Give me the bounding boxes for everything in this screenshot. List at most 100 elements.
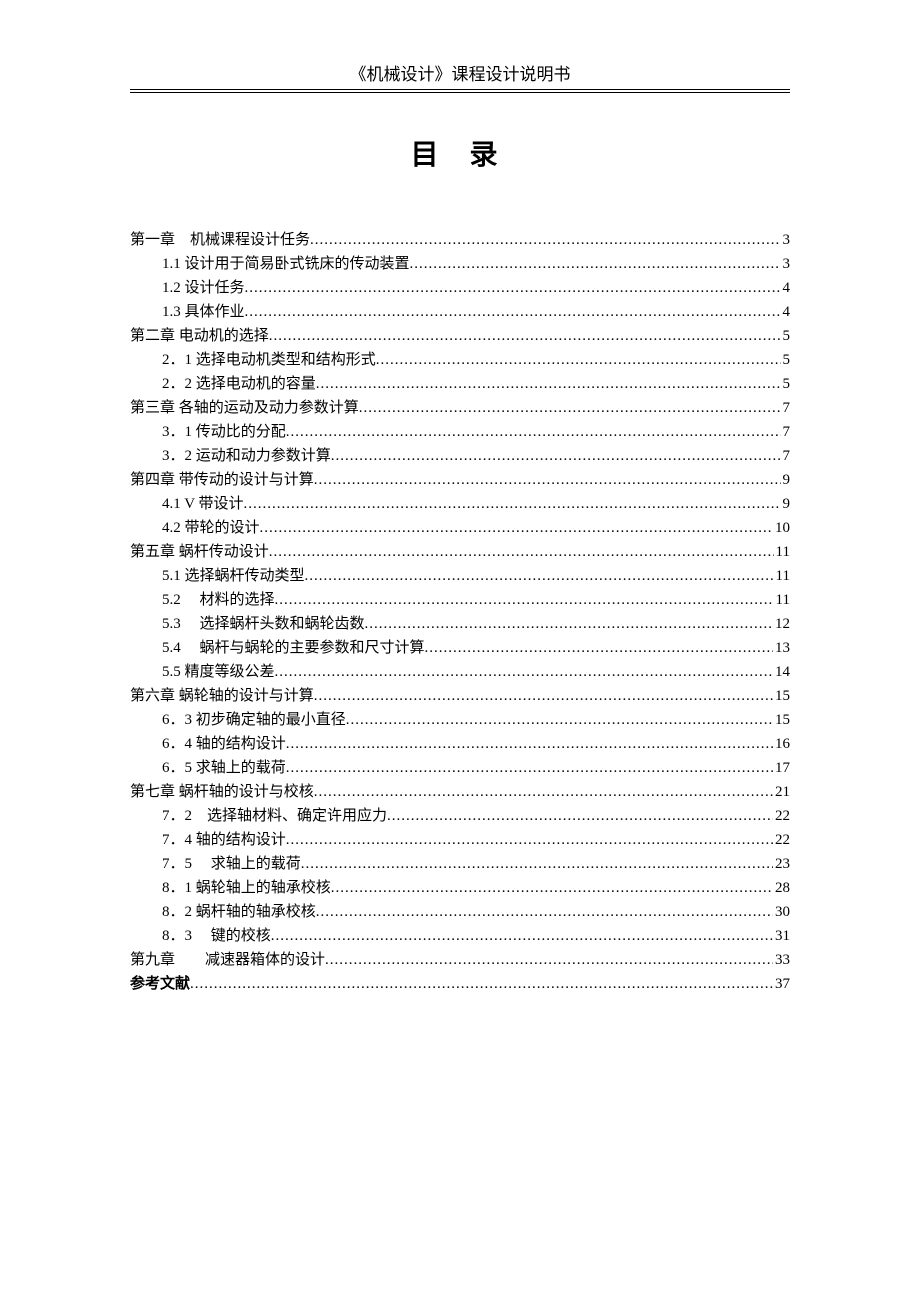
toc-entry: 1.3 具体作业 4 bbox=[130, 300, 790, 324]
toc-entry: 8．3 键的校核31 bbox=[130, 924, 790, 948]
toc-entry-label: 1.2 设计任务 bbox=[162, 276, 245, 300]
toc-entry: 4.1 V 带设计 9 bbox=[130, 492, 790, 516]
toc-entry: 5.4 蜗杆与蜗轮的主要参数和尺寸计算13 bbox=[130, 636, 790, 660]
toc-entry: 1.2 设计任务4 bbox=[130, 276, 790, 300]
toc-entry-page: 9 bbox=[781, 492, 791, 516]
toc-entry-page: 31 bbox=[773, 924, 790, 948]
toc-entry: 第六章 蜗轮轴的设计与计算 15 bbox=[130, 684, 790, 708]
toc-entry-page: 11 bbox=[774, 540, 790, 564]
toc-entry: 7．2 选择轴材料、确定许用应力22 bbox=[130, 804, 790, 828]
toc-entry-page: 28 bbox=[773, 876, 790, 900]
toc-entry-page: 4 bbox=[781, 300, 791, 324]
toc-entry-page: 11 bbox=[774, 564, 790, 588]
toc-leader-dots bbox=[305, 564, 774, 588]
toc-leader-dots bbox=[244, 492, 781, 516]
toc-entry: 4.2 带轮的设计10 bbox=[130, 516, 790, 540]
toc-entry-label: 参考文献 bbox=[130, 972, 190, 996]
toc-entry-label: 5.5 精度等级公差 bbox=[162, 660, 275, 684]
toc-entry-label: 7．5 求轴上的载荷 bbox=[162, 852, 301, 876]
toc-entry: 第三章 各轴的运动及动力参数计算 7 bbox=[130, 396, 790, 420]
toc-entry-page: 30 bbox=[773, 900, 790, 924]
toc-leader-dots bbox=[269, 324, 781, 348]
toc-entry: 5.2 材料的选择 11 bbox=[130, 588, 790, 612]
toc-leader-dots bbox=[410, 252, 781, 276]
toc-entry-page: 7 bbox=[781, 444, 791, 468]
toc-leader-dots bbox=[286, 732, 773, 756]
toc-entry: 2．1 选择电动机类型和结构形式 5 bbox=[130, 348, 790, 372]
header-divider bbox=[130, 89, 790, 93]
toc-entry-label: 6．4 轴的结构设计 bbox=[162, 732, 286, 756]
toc-entry: 第二章 电动机的选择5 bbox=[130, 324, 790, 348]
toc-entry: 第九章 减速器箱体的设计 33 bbox=[130, 948, 790, 972]
toc-entry: 第一章 机械课程设计任务3 bbox=[130, 228, 790, 252]
toc-entry-label: 4.1 V 带设计 bbox=[162, 492, 244, 516]
toc-entry: 第五章 蜗杆传动设计 11 bbox=[130, 540, 790, 564]
toc-leader-dots bbox=[301, 852, 773, 876]
toc-entry: 8．1 蜗轮轴上的轴承校核 28 bbox=[130, 876, 790, 900]
toc-entry-page: 21 bbox=[773, 780, 790, 804]
toc-entry-label: 6．3 初步确定轴的最小直径 bbox=[162, 708, 346, 732]
running-header: 《机械设计》课程设计说明书 bbox=[130, 60, 790, 89]
toc-title: 目 录 bbox=[130, 133, 790, 173]
toc-entry: 参考文献 37 bbox=[130, 972, 790, 996]
toc-entry-label: 5.3 选择蜗杆头数和蜗轮齿数 bbox=[162, 612, 365, 636]
table-of-contents: 第一章 机械课程设计任务31.1 设计用于简易卧式铣床的传动装置31.2 设计任… bbox=[130, 228, 790, 996]
toc-entry: 6．4 轴的结构设计 16 bbox=[130, 732, 790, 756]
toc-entry-label: 第五章 蜗杆传动设计 bbox=[130, 540, 269, 564]
toc-entry: 3．2 运动和动力参数计算7 bbox=[130, 444, 790, 468]
toc-entry-page: 5 bbox=[781, 372, 791, 396]
toc-entry-label: 2．1 选择电动机类型和结构形式 bbox=[162, 348, 376, 372]
toc-entry-label: 第一章 机械课程设计任务 bbox=[130, 228, 310, 252]
toc-entry-label: 第六章 蜗轮轴的设计与计算 bbox=[130, 684, 314, 708]
toc-entry-label: 8．2 蜗杆轴的轴承校核 bbox=[162, 900, 316, 924]
toc-entry: 7．4 轴的结构设计 22 bbox=[130, 828, 790, 852]
toc-entry: 8．2 蜗杆轴的轴承校核 30 bbox=[130, 900, 790, 924]
toc-entry-page: 37 bbox=[773, 972, 790, 996]
toc-leader-dots bbox=[425, 636, 773, 660]
toc-entry-page: 22 bbox=[773, 828, 790, 852]
toc-entry: 6．3 初步确定轴的最小直径 15 bbox=[130, 708, 790, 732]
toc-leader-dots bbox=[346, 708, 773, 732]
toc-entry-page: 15 bbox=[773, 684, 790, 708]
toc-entry: 5.3 选择蜗杆头数和蜗轮齿数12 bbox=[130, 612, 790, 636]
toc-leader-dots bbox=[245, 276, 781, 300]
toc-entry-label: 5.1 选择蜗杆传动类型 bbox=[162, 564, 305, 588]
toc-entry-page: 23 bbox=[773, 852, 790, 876]
toc-leader-dots bbox=[190, 972, 773, 996]
toc-entry-page: 17 bbox=[773, 756, 790, 780]
toc-entry-label: 8．1 蜗轮轴上的轴承校核 bbox=[162, 876, 331, 900]
toc-entry-page: 33 bbox=[773, 948, 790, 972]
toc-leader-dots bbox=[316, 900, 773, 924]
toc-entry-page: 5 bbox=[781, 348, 791, 372]
toc-entry-page: 3 bbox=[781, 252, 791, 276]
toc-entry: 6．5 求轴上的载荷17 bbox=[130, 756, 790, 780]
toc-entry: 第四章 带传动的设计与计算9 bbox=[130, 468, 790, 492]
toc-entry: 3．1 传动比的分配7 bbox=[130, 420, 790, 444]
toc-entry-label: 1.3 具体作业 bbox=[162, 300, 245, 324]
toc-leader-dots bbox=[245, 300, 781, 324]
toc-entry-label: 1.1 设计用于简易卧式铣床的传动装置 bbox=[162, 252, 410, 276]
toc-entry-label: 第九章 减速器箱体的设计 bbox=[130, 948, 325, 972]
toc-leader-dots bbox=[331, 876, 773, 900]
toc-entry-label: 5.2 材料的选择 bbox=[162, 588, 275, 612]
toc-entry: 7．5 求轴上的载荷 23 bbox=[130, 852, 790, 876]
toc-leader-dots bbox=[365, 612, 773, 636]
toc-entry-label: 7．2 选择轴材料、确定许用应力 bbox=[162, 804, 387, 828]
toc-leader-dots bbox=[359, 396, 781, 420]
toc-leader-dots bbox=[260, 516, 773, 540]
toc-leader-dots bbox=[275, 660, 773, 684]
toc-leader-dots bbox=[325, 948, 773, 972]
toc-entry-label: 第七章 蜗杆轴的设计与校核 bbox=[130, 780, 314, 804]
toc-entry-label: 3．1 传动比的分配 bbox=[162, 420, 286, 444]
toc-leader-dots bbox=[310, 228, 780, 252]
toc-entry-page: 15 bbox=[773, 708, 790, 732]
toc-entry-label: 7．4 轴的结构设计 bbox=[162, 828, 286, 852]
toc-entry-page: 7 bbox=[781, 396, 791, 420]
document-page: 《机械设计》课程设计说明书 目 录 第一章 机械课程设计任务31.1 设计用于简… bbox=[0, 0, 920, 1056]
toc-entry-page: 11 bbox=[774, 588, 790, 612]
toc-entry-label: 第二章 电动机的选择 bbox=[130, 324, 269, 348]
toc-leader-dots bbox=[275, 588, 774, 612]
toc-entry-page: 16 bbox=[773, 732, 790, 756]
toc-leader-dots bbox=[286, 828, 773, 852]
toc-entry-label: 第三章 各轴的运动及动力参数计算 bbox=[130, 396, 359, 420]
